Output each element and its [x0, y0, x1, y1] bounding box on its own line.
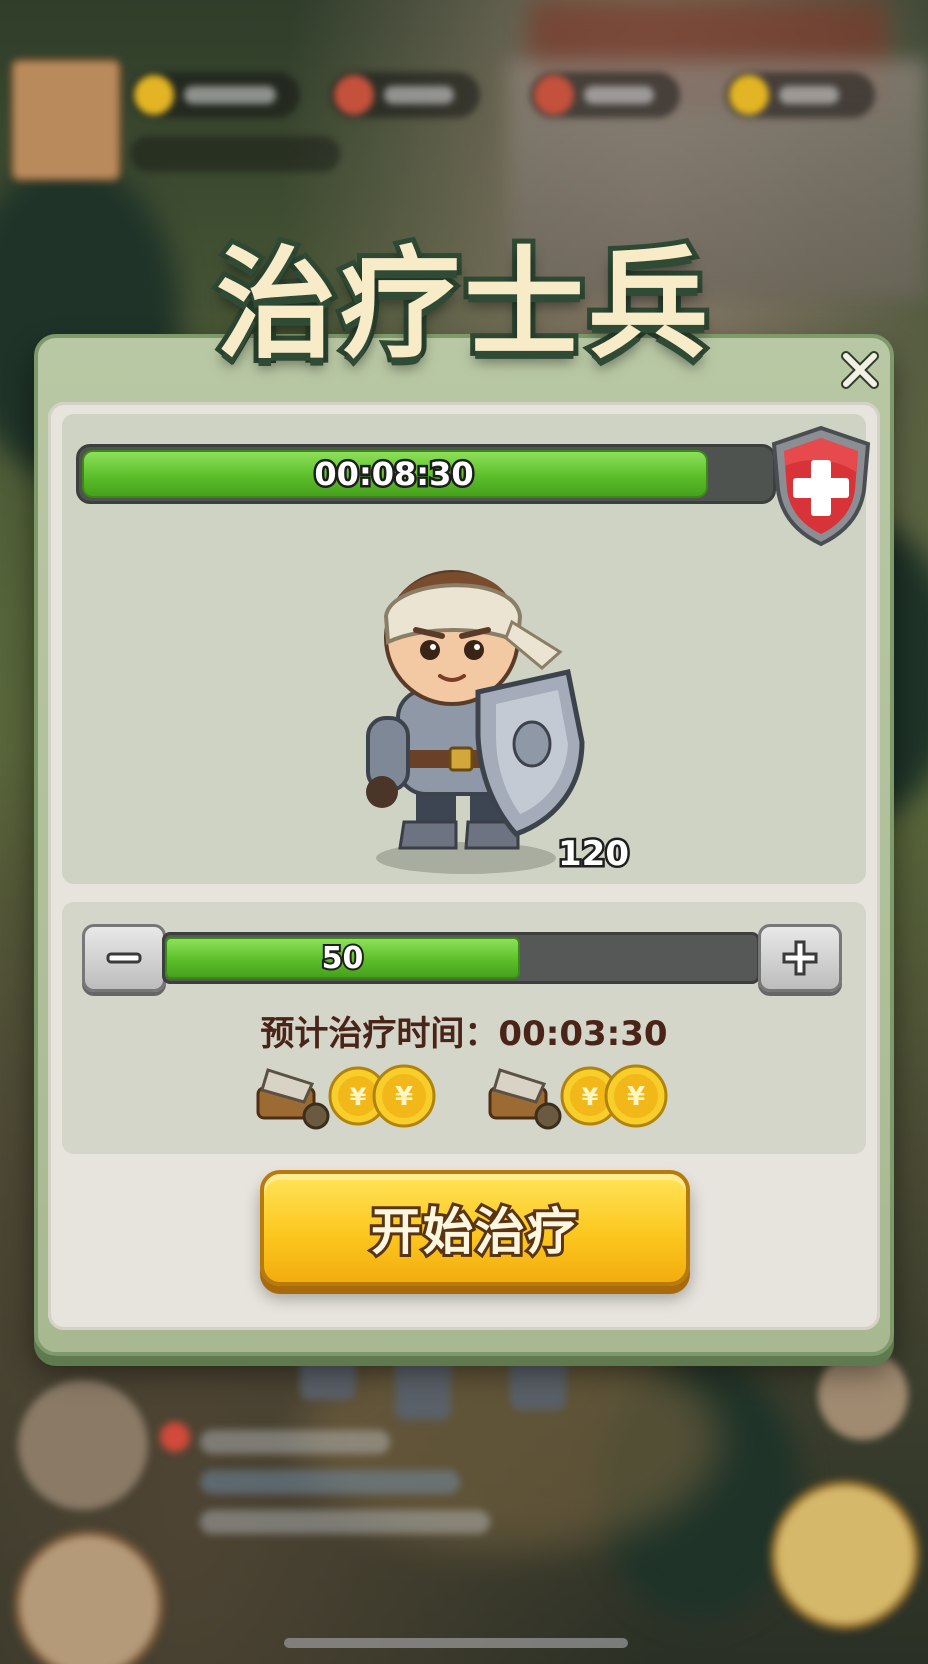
cost-icons: ¥ ¥ [256, 1064, 436, 1130]
gold-coin-icon [134, 75, 174, 115]
svg-text:¥: ¥ [627, 1082, 645, 1112]
wood-bucket-icon [488, 1068, 562, 1130]
svg-text:¥: ¥ [350, 1083, 367, 1111]
cost-group: ¥ ¥ [254, 1060, 454, 1132]
medical-shield-icon [771, 425, 871, 547]
meat-icon [334, 75, 374, 115]
home-indicator[interactable] [284, 1638, 628, 1648]
quantity-slider[interactable]: 50 [162, 932, 760, 984]
dialog-body: 00:08:30 120 50 预计治疗时间：00:03:30 ¥ ¥ ¥ ¥ … [48, 402, 880, 1330]
bottom-right-icon[interactable] [818, 1350, 908, 1440]
chat-line [200, 1430, 390, 1454]
player-avatar[interactable] [10, 58, 122, 182]
chat-line [200, 1510, 490, 1534]
resource-meat [330, 72, 480, 118]
top-hud [0, 0, 928, 200]
event-icon[interactable] [770, 1480, 920, 1630]
soldier-count: 120 [556, 832, 632, 877]
sub-resource-bar [130, 136, 340, 172]
hero-portrait[interactable] [14, 1530, 164, 1664]
gold-coin-icon: ¥ [604, 1064, 668, 1128]
estimated-heal-time: 预计治疗时间：00:03:30 [260, 1014, 668, 1054]
quantity-value: 50 [320, 939, 366, 978]
heal-timer-bar: 00:08:30 [76, 444, 776, 504]
bottom-left-icon[interactable] [18, 1380, 148, 1510]
start-healing-button[interactable]: 开始治疗 [260, 1170, 690, 1286]
chat-line [200, 1470, 460, 1494]
heal-timer-panel: 00:08:30 120 [62, 414, 871, 884]
decrease-button[interactable] [82, 924, 166, 992]
alert-icon [160, 1422, 190, 1452]
gold-coin-icon: ¥ [372, 1064, 436, 1128]
heal-quantity-panel: 50 预计治疗时间：00:03:30 ¥ ¥ ¥ ¥ [62, 902, 866, 1154]
heal-timer-text: 00:08:30 [312, 453, 476, 496]
heal-soldiers-dialog: 00:08:30 120 50 预计治疗时间：00:03:30 ¥ ¥ ¥ ¥ … [34, 334, 894, 1356]
coin-icon [729, 75, 769, 115]
plus-icon [782, 940, 818, 976]
resource-gold [130, 72, 300, 118]
svg-text:¥: ¥ [582, 1083, 599, 1111]
cost-group: ¥ ¥ [486, 1060, 686, 1132]
resource-coin [725, 72, 875, 118]
resource-food [530, 72, 680, 118]
bottom-hud [0, 1320, 928, 1664]
food-icon [534, 75, 574, 115]
bandaged-soldier-icon [366, 570, 585, 874]
minus-icon [106, 952, 142, 964]
svg-text:¥: ¥ [395, 1082, 413, 1112]
cost-icons: ¥ ¥ [488, 1064, 668, 1130]
wood-bucket-icon [256, 1068, 330, 1130]
increase-button[interactable] [758, 924, 842, 992]
dialog-title: 治疗士兵 [211, 231, 713, 380]
start-healing-label: 开始治疗 [368, 1200, 580, 1264]
